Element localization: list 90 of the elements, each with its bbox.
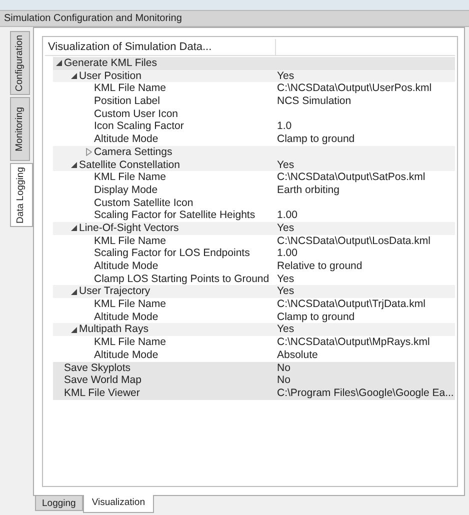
- property-value: NCS Simulation: [277, 95, 352, 108]
- property-row[interactable]: Save World Map No: [53, 374, 455, 387]
- property-row[interactable]: Save Skyplots No: [53, 362, 455, 374]
- property-value: C:\NCSData\Output\UserPos.kml: [277, 82, 432, 96]
- property-row[interactable]: KML File Viewer C:\Program Files\Google\Google Ea...: [53, 386, 455, 400]
- property-row[interactable]: User Trajectory Yes: [53, 285, 455, 298]
- collapse-arrow-icon[interactable]: [70, 73, 76, 80]
- property-name: KML File Name: [94, 336, 166, 349]
- property-value: Yes: [277, 158, 294, 172]
- collapse-arrow-icon[interactable]: [70, 288, 76, 295]
- property-value: Clamp to ground: [277, 310, 355, 324]
- collapse-arrow-icon[interactable]: [70, 225, 76, 232]
- property-value: Absolute: [277, 348, 318, 362]
- property-value: Earth orbiting: [277, 184, 340, 197]
- property-row[interactable]: Generate KML Files: [53, 57, 455, 70]
- property-value: 1.00: [277, 247, 298, 260]
- property-value: Yes: [277, 70, 294, 82]
- property-row[interactable]: KML File Name C:\NCSData\Output\SatPos.kml: [53, 171, 455, 184]
- property-name: Altitude Mode: [94, 133, 158, 146]
- property-name: Altitude Mode: [94, 260, 158, 273]
- property-row[interactable]: Multipath Rays Yes: [53, 323, 455, 336]
- collapse-arrow-icon[interactable]: [70, 326, 76, 333]
- property-name: Generate KML Files: [64, 57, 157, 70]
- property-row[interactable]: Altitude Mode Clamp to ground: [53, 310, 455, 324]
- property-name: Satellite Constellation: [79, 158, 180, 172]
- property-name: Multipath Rays: [79, 323, 148, 336]
- window-title: Simulation Configuration and Monitoring: [0, 10, 469, 27]
- property-row[interactable]: KML File Name C:\NCSData\Output\TrjData.kml: [53, 298, 455, 311]
- property-row[interactable]: Satellite Constellation Yes: [53, 158, 455, 172]
- property-name: KML File Name: [94, 298, 166, 311]
- property-name: Clamp LOS Starting Points to Ground: [94, 272, 270, 286]
- property-row[interactable]: Position Label NCS Simulation: [53, 95, 455, 108]
- collapse-arrow-icon[interactable]: [70, 162, 76, 168]
- property-value: C:\NCSData\Output\TrjData.kml: [277, 298, 426, 311]
- property-row[interactable]: Custom User Icon: [53, 108, 455, 120]
- column-header: Visualization of Simulation Data...: [45, 39, 276, 55]
- property-value: Yes: [277, 323, 294, 336]
- property-name: Altitude Mode: [94, 310, 158, 324]
- property-name: Camera Settings: [94, 146, 172, 159]
- property-name: Scaling Factor for LOS Endpoints: [94, 247, 250, 260]
- property-row[interactable]: Clamp LOS Starting Points to Ground Yes: [53, 272, 455, 286]
- property-name: Altitude Mode: [94, 348, 158, 362]
- property-row[interactable]: Altitude Mode Clamp to ground: [53, 133, 455, 146]
- property-value: No: [277, 374, 290, 387]
- property-value: Clamp to ground: [277, 133, 355, 146]
- property-name: Position Label: [94, 95, 160, 108]
- property-row[interactable]: Scaling Factor for LOS Endpoints 1.00: [53, 247, 455, 260]
- property-name: User Position: [79, 70, 142, 82]
- property-row[interactable]: Camera Settings: [53, 146, 455, 158]
- property-row[interactable]: Display Mode Earth orbiting: [53, 184, 455, 197]
- side-tab[interactable]: Data Logging: [10, 163, 33, 227]
- property-row[interactable]: Scaling Factor for Satellite Heights 1.00: [53, 209, 455, 222]
- property-row[interactable]: KML File Name C:\NCSData\Output\MpRays.kml: [53, 336, 455, 349]
- property-row[interactable]: KML File Name C:\NCSData\Output\UserPos.kml: [53, 82, 455, 96]
- bottom-tab[interactable]: Visualization: [82, 495, 154, 513]
- property-row[interactable]: User Position Yes: [53, 70, 455, 82]
- property-name: Save World Map: [64, 374, 142, 387]
- property-value: 1.00: [277, 209, 298, 222]
- property-name: Icon Scaling Factor: [94, 120, 184, 134]
- property-name: Custom User Icon: [94, 108, 178, 120]
- property-value: Yes: [277, 272, 294, 286]
- property-name: KML File Name: [94, 82, 166, 96]
- property-value: Relative to ground: [277, 260, 362, 273]
- property-value: C:\NCSData\Output\MpRays.kml: [277, 336, 430, 349]
- property-name: KML File Viewer: [64, 386, 140, 400]
- property-value: C:\Program Files\Google\Google Ea...: [277, 386, 454, 400]
- property-value: C:\NCSData\Output\LosData.kml: [277, 234, 430, 248]
- collapse-arrow-icon[interactable]: [56, 60, 62, 66]
- property-name: Display Mode: [94, 184, 158, 197]
- side-tab[interactable]: Monitoring: [10, 97, 30, 161]
- property-row[interactable]: KML File Name C:\NCSData\Output\LosData.kml: [53, 234, 455, 248]
- property-value: Yes: [277, 222, 294, 235]
- property-name: Save Skyplots: [64, 362, 131, 374]
- property-value: 1.0: [277, 120, 292, 134]
- property-name: User Trajectory: [79, 285, 150, 298]
- bottom-tab[interactable]: Logging: [35, 496, 83, 511]
- property-name: KML File Name: [94, 234, 166, 248]
- property-name: KML File Name: [94, 171, 166, 184]
- property-row[interactable]: Icon Scaling Factor 1.0: [53, 120, 455, 134]
- property-row[interactable]: Altitude Mode Absolute: [53, 348, 455, 362]
- property-name: Line-Of-Sight Vectors: [79, 222, 179, 235]
- property-value: Yes: [277, 285, 294, 298]
- side-tab[interactable]: Configuration: [10, 31, 30, 95]
- property-name: Custom Satellite Icon: [94, 196, 194, 210]
- property-row[interactable]: Custom Satellite Icon: [53, 196, 455, 210]
- property-row[interactable]: Line-Of-Sight Vectors Yes: [53, 222, 455, 235]
- property-value: C:\NCSData\Output\SatPos.kml: [277, 171, 426, 184]
- property-row[interactable]: Altitude Mode Relative to ground: [53, 260, 455, 273]
- property-value: No: [277, 362, 290, 374]
- property-name: Scaling Factor for Satellite Heights: [94, 209, 256, 222]
